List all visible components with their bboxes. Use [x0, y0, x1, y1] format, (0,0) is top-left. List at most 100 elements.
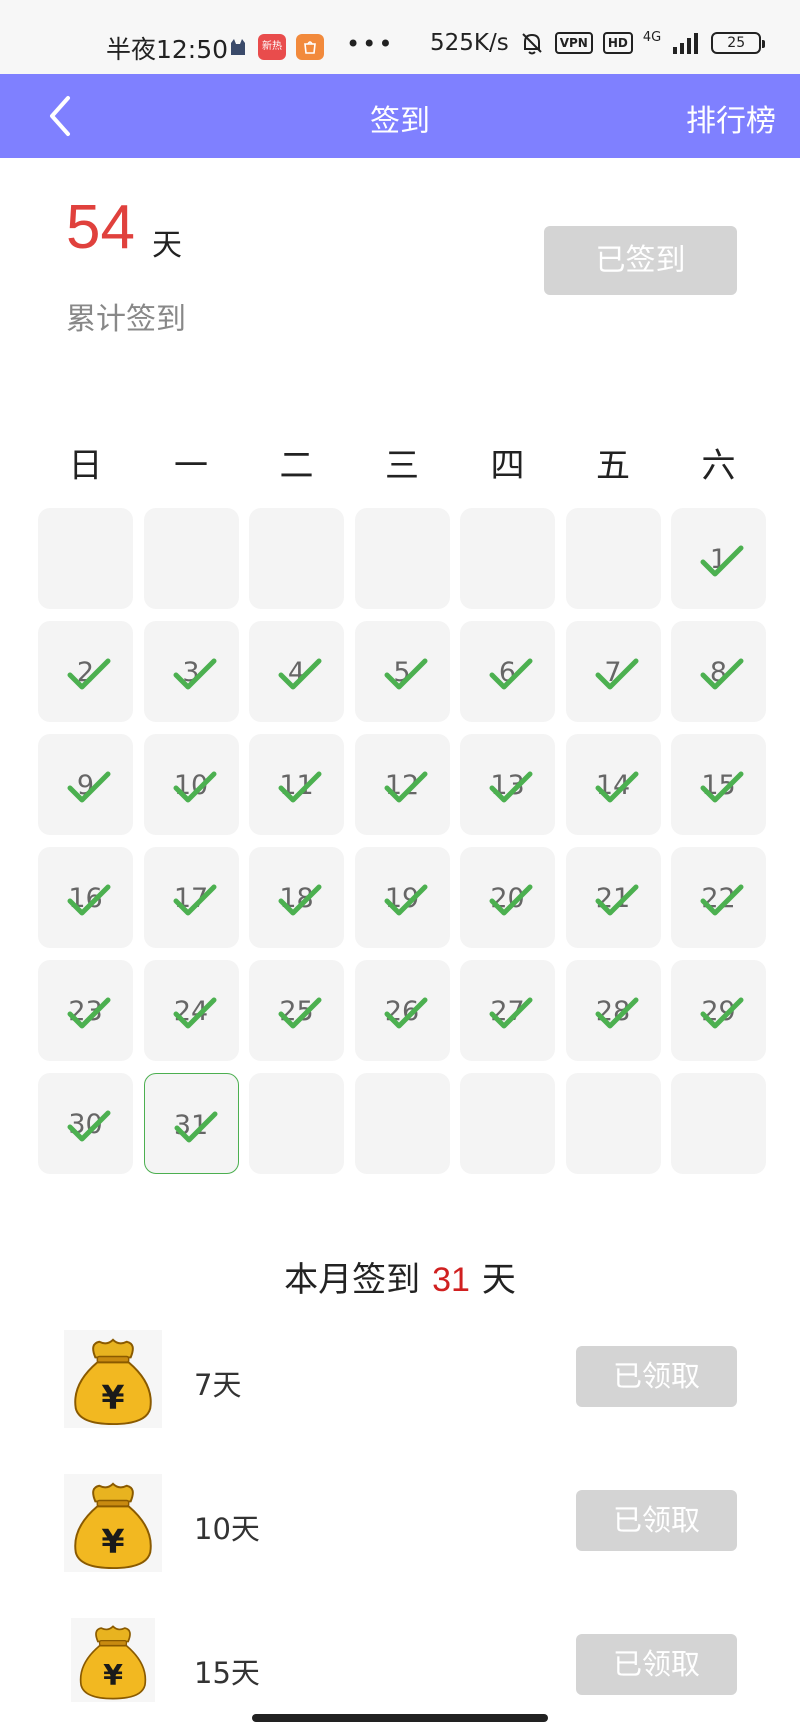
weekday-mon: 一 [174, 446, 208, 486]
calendar-day-cell[interactable]: 11 [249, 734, 344, 835]
claimed-button[interactable]: 已领取 [576, 1634, 737, 1695]
calendar-day-cell[interactable]: 5 [354, 621, 450, 722]
checkmark-icon [489, 997, 533, 1029]
calendar-empty-cell [565, 1073, 661, 1174]
calendar-day-cell[interactable]: 19 [354, 847, 450, 948]
calendar-empty-cell [38, 508, 133, 609]
signed-in-button[interactable]: 已签到 [544, 226, 737, 295]
calendar-day-cell[interactable]: 6 [460, 621, 555, 722]
calendar-day-cell[interactable]: 27 [460, 960, 555, 1061]
status-time: 半夜12:50 [106, 35, 229, 64]
calendar-empty-cell [671, 1073, 766, 1174]
calendar-day-cell[interactable]: 30 [38, 1073, 133, 1174]
calendar-day-cell[interactable]: 22 [671, 847, 766, 948]
total-checkin-days: 54 [66, 193, 135, 262]
checkmark-icon [278, 997, 322, 1029]
checkmark-icon [278, 771, 322, 803]
checkmark-icon [173, 997, 216, 1029]
checkmark-icon [489, 884, 533, 916]
checkmark-icon [67, 997, 111, 1029]
calendar-day-cell[interactable]: 16 [38, 847, 133, 948]
calendar-day-cell[interactable]: 13 [460, 734, 555, 835]
status-right: 525K/s VPN HD 4G 25 [430, 30, 766, 56]
checkmark-icon [67, 771, 111, 803]
more-notifications-icon: ••• [346, 30, 395, 58]
page-title: 签到 [370, 104, 430, 139]
svg-text:¥: ¥ [101, 1377, 124, 1416]
calendar-day-cell[interactable]: 7 [565, 621, 661, 722]
calendar-day-cell[interactable]: 9 [38, 734, 133, 835]
claimed-button[interactable]: 已领取 [576, 1346, 737, 1407]
reward-row: ¥ 7天 已领取 [0, 1330, 800, 1430]
calendar-empty-cell [249, 508, 344, 609]
shopping-app-icon [296, 34, 324, 60]
svg-text:¥: ¥ [103, 1658, 123, 1692]
calendar-empty-cell [460, 1073, 555, 1174]
svg-text:¥: ¥ [101, 1521, 124, 1560]
mute-bell-icon [522, 33, 542, 55]
checkmark-icon [67, 1110, 111, 1142]
status-bar: 半夜12:50 新热 ••• 525K/s VPN HD 4G 25 [0, 0, 800, 74]
calendar-day-cell[interactable]: 23 [38, 960, 133, 1061]
month-checkin-summary: 本月签到 31 天 [0, 1252, 800, 1301]
reward-row: ¥ 15天 已领取 [0, 1618, 800, 1718]
calendar-day-cell[interactable]: 28 [565, 960, 661, 1061]
reward-threshold-label: 10天 [194, 1512, 260, 1546]
calendar-day-cell[interactable]: 4 [249, 621, 344, 722]
checkmark-icon [173, 658, 216, 690]
weekday-sun: 日 [68, 446, 103, 486]
notification-icons: 新热 [228, 34, 324, 60]
claimed-button[interactable]: 已领取 [576, 1490, 737, 1551]
month-summary-suffix: 天 [481, 1260, 516, 1300]
calendar-day-cell[interactable]: 20 [460, 847, 555, 948]
calendar-empty-cell [249, 1073, 344, 1174]
calendar-day-cell[interactable]: 26 [354, 960, 450, 1061]
calendar-day-cell[interactable]: 2 [38, 621, 133, 722]
month-summary-prefix: 本月签到 [284, 1260, 421, 1300]
weekday-tue: 二 [279, 446, 314, 486]
signal-icon [673, 33, 699, 54]
money-bag-icon: ¥ [64, 1474, 162, 1572]
money-bag-icon: ¥ [71, 1618, 155, 1702]
calendar-empty-cell [354, 508, 450, 609]
calendar-day-cell[interactable]: 3 [143, 621, 239, 722]
money-bag-icon: ¥ [64, 1330, 162, 1428]
checkmark-icon [384, 771, 427, 803]
checkmark-icon [700, 884, 744, 916]
calendar-day-cell[interactable]: 17 [143, 847, 239, 948]
calendar-day-cell[interactable]: 15 [671, 734, 766, 835]
calendar-empty-cell [565, 508, 661, 609]
calendar-day-cell[interactable]: 31 [143, 1073, 239, 1174]
battery-icon: 25 [711, 32, 766, 54]
calendar-day-cell[interactable]: 12 [354, 734, 450, 835]
reward-row: ¥ 10天 已领取 [0, 1474, 800, 1574]
calendar-day-cell[interactable]: 25 [249, 960, 344, 1061]
calendar-empty-cell [354, 1073, 450, 1174]
weekday-thu: 四 [490, 446, 525, 486]
hd-icon: HD [602, 32, 633, 54]
checkmark-icon [700, 997, 744, 1029]
checkmark-icon [595, 771, 638, 803]
home-indicator[interactable] [252, 1714, 548, 1722]
reward-threshold-label: 15天 [194, 1656, 260, 1690]
calendar-day-cell[interactable]: 14 [565, 734, 661, 835]
checkmark-icon [700, 545, 744, 577]
checkmark-icon [700, 658, 744, 690]
calendar-day-cell[interactable]: 1 [671, 508, 766, 609]
checkmark-icon [384, 997, 427, 1029]
calendar-day-cell[interactable]: 18 [249, 847, 344, 948]
checkmark-icon [67, 884, 111, 916]
checkmark-icon [174, 1111, 217, 1143]
calendar-day-cell[interactable]: 24 [143, 960, 239, 1061]
calendar-day-cell[interactable]: 8 [671, 621, 766, 722]
checkmark-icon [595, 884, 638, 916]
net-speed: 525K/s [430, 30, 509, 56]
checkmark-icon [278, 658, 322, 690]
total-days-unit: 天 [152, 228, 182, 263]
calendar-day-cell[interactable]: 10 [143, 734, 239, 835]
checkmark-icon [278, 884, 322, 916]
leaderboard-button[interactable]: 排行榜 [686, 96, 776, 140]
calendar-day-cell[interactable]: 21 [565, 847, 661, 948]
checkmark-icon [595, 658, 638, 690]
calendar-day-cell[interactable]: 29 [671, 960, 766, 1061]
